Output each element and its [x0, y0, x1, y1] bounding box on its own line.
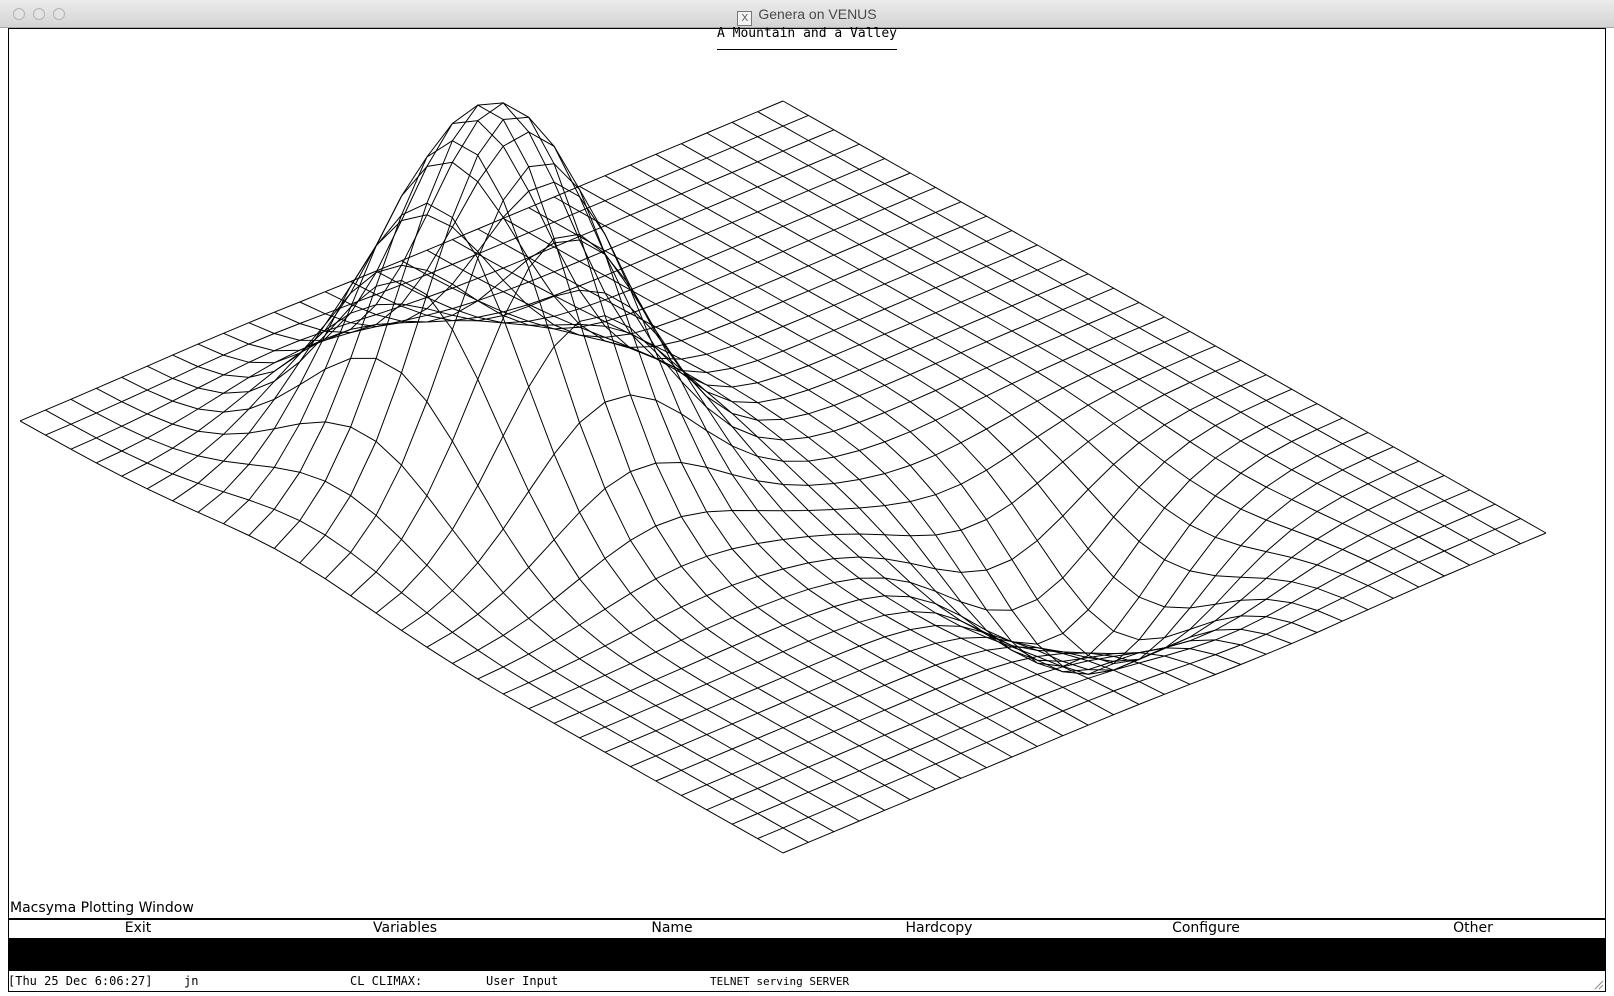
mesh-line-u [273, 102, 1038, 549]
menu-configure[interactable]: Configure [1172, 920, 1240, 936]
menu-name[interactable]: Name [651, 920, 692, 936]
status-server: TELNET serving SERVER [710, 975, 850, 988]
mesh-line-u [477, 359, 1241, 680]
mesh-line-v [681, 143, 1445, 577]
mesh-line-v [172, 202, 936, 790]
mesh-line-u [630, 446, 1394, 768]
mesh-line-u [350, 233, 1114, 597]
mesh-line-u [528, 388, 1292, 710]
mesh-line-v [299, 181, 1064, 737]
status-user: jn [184, 974, 199, 988]
mesh-line-v [706, 132, 1470, 566]
mesh-line-u [757, 518, 1521, 840]
mesh-line-u [146, 172, 911, 490]
status-state: User Input [486, 974, 559, 988]
status-package: CL CLIMAX: [350, 974, 423, 988]
mesh-line-v [19, 420, 784, 854]
mesh-line-v [96, 387, 860, 822]
surface-mesh [19, 100, 1547, 854]
menu-variables[interactable]: Variables [373, 920, 437, 936]
status-datetime: [Thu 25 Dec 6:06:27] [8, 974, 153, 988]
mesh-line-u [223, 161, 987, 525]
mesh-line-v [782, 100, 1547, 534]
mesh-line-v [45, 409, 809, 843]
resize-grip-icon[interactable] [1592, 978, 1604, 990]
mesh-line-v [248, 102, 1013, 758]
mesh-line-v [731, 121, 1496, 555]
mesh-line-v [528, 207, 1292, 665]
menu-other[interactable]: Other [1453, 920, 1493, 936]
pane-label: Macsyma Plotting Window [10, 900, 194, 916]
mesh-line-v [401, 260, 1165, 695]
mesh-line-v [70, 398, 835, 833]
mesh-line-u [553, 403, 1318, 724]
mesh-line-v [655, 153, 1420, 588]
mesh-line-v [121, 357, 885, 811]
surface-plot[interactable] [0, 0, 1614, 900]
plot-title: A Mountain and a Valley [0, 26, 1614, 50]
mesh-line-v [223, 104, 987, 769]
command-menu: Exit Variables Name Hardcopy Configure O… [8, 920, 1606, 938]
mesh-line-u [197, 201, 962, 513]
mesh-line-v [502, 217, 1267, 675]
mesh-line-u [324, 163, 1089, 580]
input-bar[interactable] [8, 938, 1606, 971]
mesh-line-u [452, 345, 1216, 664]
mesh-line-u [706, 489, 1470, 811]
mesh-line-v [375, 270, 1140, 705]
mesh-line-u [96, 143, 860, 464]
menu-exit[interactable]: Exit [125, 920, 152, 936]
mesh-line-u [401, 316, 1165, 631]
mesh-line-v [757, 111, 1521, 545]
mesh-line-u [655, 460, 1419, 782]
mesh-line-u [731, 503, 1496, 825]
mesh-line-u [782, 532, 1547, 854]
mesh-line-u [70, 129, 835, 450]
menu-hardcopy[interactable]: Hardcopy [906, 920, 973, 936]
mesh-line-u [426, 330, 1191, 648]
plot-title-text: A Mountain and a Valley [716, 26, 897, 50]
mesh-line-v [274, 131, 1038, 747]
status-line: [Thu 25 Dec 6:06:27] jn CL CLIMAX: User … [8, 972, 1606, 990]
